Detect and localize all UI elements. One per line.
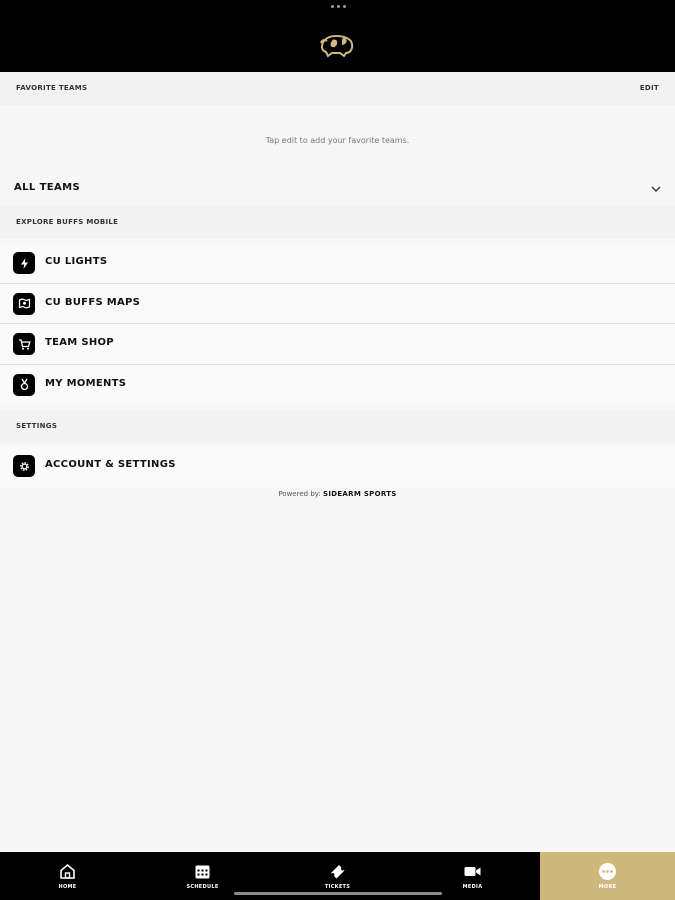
- cu-buffalo-logo: [320, 34, 354, 58]
- menu-item-label: MY MOMENTS: [45, 377, 127, 389]
- map-icon: [13, 292, 35, 315]
- cart-icon: [13, 333, 35, 355]
- chevron-down-icon: [651, 186, 661, 192]
- tab-label: MEDIA: [462, 884, 483, 890]
- menu-item-label: CU LIGHTS: [45, 256, 108, 267]
- favorite-teams-empty: Tap edit to add your favorite teams.: [0, 105, 675, 173]
- favorite-teams-header: FAVORITE TEAMS EDIT: [0, 72, 675, 105]
- tab-label: HOME: [58, 884, 77, 890]
- settings-header: SETTINGS: [0, 410, 675, 443]
- menu-item-label: CU BUFFS MAPS: [45, 296, 141, 308]
- tab-label: TICKETS: [324, 884, 351, 890]
- explore-list: CU LIGHTS CU BUFFS MAPS TEAM SHOP MY MOM…: [0, 243, 675, 405]
- medal-icon: [13, 373, 35, 396]
- calendar-icon: [195, 865, 210, 879]
- powered-prefix: Powered by:: [278, 490, 321, 498]
- tab-more[interactable]: MORE: [540, 852, 675, 900]
- tab-label: MORE: [598, 884, 617, 890]
- menu-item-label: TEAM SHOP: [45, 337, 114, 348]
- menu-item-cu-lights[interactable]: CU LIGHTS: [0, 243, 675, 284]
- video-icon: [464, 867, 481, 876]
- menu-item-label: ACCOUNT & SETTINGS: [45, 459, 176, 470]
- powered-by: Powered by: SIDEARM SPORTS: [0, 490, 675, 498]
- favorite-teams-heading: FAVORITE TEAMS: [16, 84, 88, 92]
- explore-header: EXPLORE BUFFS MOBILE: [0, 206, 675, 239]
- all-teams-label: ALL TEAMS: [14, 182, 81, 193]
- explore-heading: EXPLORE BUFFS MOBILE: [16, 218, 119, 226]
- tab-label: SCHEDULE: [186, 884, 219, 890]
- home-icon: [60, 863, 75, 879]
- menu-item-cu-buffs-maps[interactable]: CU BUFFS MAPS: [0, 284, 675, 324]
- settings-list: ACCOUNT & SETTINGS: [0, 446, 675, 487]
- settings-heading: SETTINGS: [16, 422, 58, 430]
- tab-home[interactable]: HOME: [0, 852, 135, 900]
- more-icon: [599, 863, 616, 880]
- menu-item-team-shop[interactable]: TEAM SHOP: [0, 324, 675, 365]
- menu-item-account-settings[interactable]: ACCOUNT & SETTINGS: [0, 446, 675, 487]
- favorites-empty-hint: Tap edit to add your favorite teams.: [265, 136, 410, 145]
- lightning-icon: [13, 252, 35, 274]
- app-header: [0, 0, 675, 72]
- multitask-dots-icon[interactable]: [331, 5, 346, 8]
- powered-brand: SIDEARM SPORTS: [322, 490, 397, 498]
- menu-item-my-moments[interactable]: MY MOMENTS: [0, 365, 675, 406]
- gear-icon: [13, 455, 35, 477]
- all-teams-dropdown[interactable]: ALL TEAMS: [0, 173, 675, 206]
- edit-favorites-button[interactable]: EDIT: [640, 84, 659, 92]
- ticket-icon: [331, 865, 345, 879]
- home-indicator[interactable]: [234, 892, 442, 895]
